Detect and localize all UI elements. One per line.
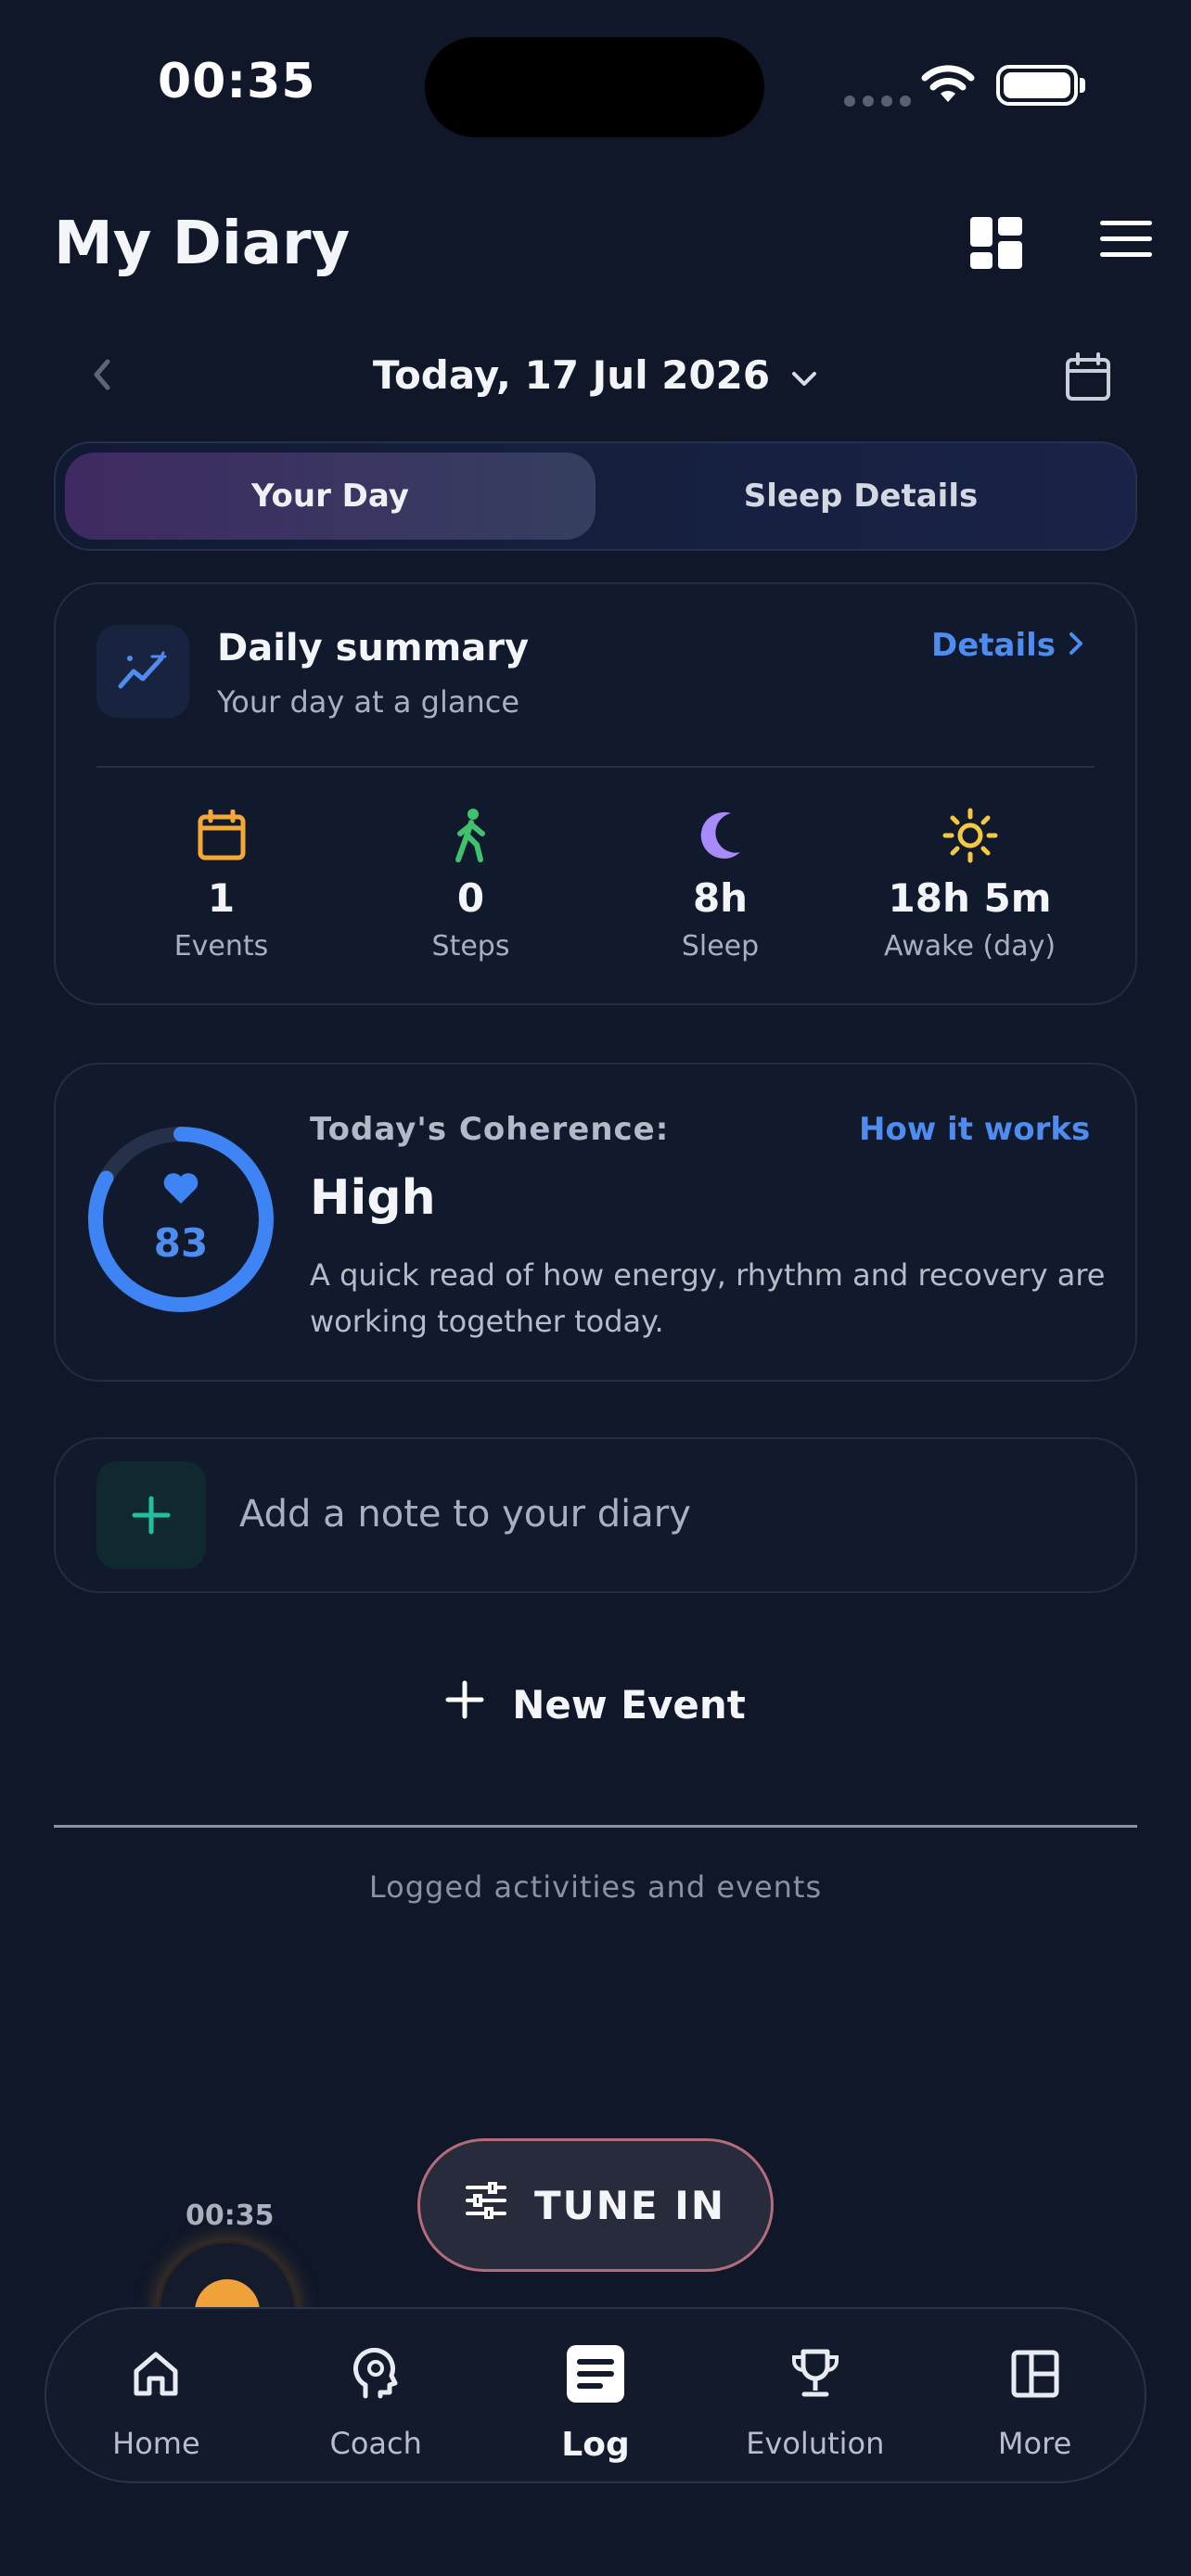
stat-label: Events	[173, 930, 269, 963]
section-divider	[54, 1825, 1137, 1828]
page-title: My Diary	[54, 210, 351, 278]
mini-timer-label: 00:35	[186, 2200, 275, 2232]
walk-icon	[453, 803, 490, 868]
bottom-nav: Home Coach Log Evolution More	[45, 2307, 1146, 2483]
tune-in-label: TUNE IN	[534, 2182, 725, 2228]
sun-icon	[942, 803, 998, 868]
calendar-icon[interactable]	[1065, 352, 1111, 406]
stat-events: 1 Events	[96, 803, 346, 963]
stat-label: Awake (day)	[883, 930, 1057, 963]
trend-icon	[96, 625, 189, 718]
more-icon	[1011, 2340, 1059, 2407]
tune-in-button[interactable]: TUNE IN	[417, 2138, 774, 2272]
menu-icon[interactable]	[1100, 219, 1152, 263]
stat-value: 1	[207, 875, 236, 921]
date-label: Today, 17 Jul 2026	[372, 352, 771, 398]
battery-icon	[996, 65, 1078, 106]
coherence-score: 83	[153, 1220, 209, 1266]
plus-icon[interactable]	[96, 1461, 206, 1569]
coach-icon	[352, 2340, 399, 2407]
divider	[96, 766, 1095, 768]
new-event-button[interactable]: New Event	[0, 1680, 1191, 1728]
heart-icon	[162, 1172, 199, 1209]
summary-title: Daily summary	[217, 627, 530, 670]
summary-stats: 1 Events 0 Steps 8h Sleep 18h 5m Awake (…	[96, 803, 1095, 963]
details-link[interactable]: Details	[931, 627, 1083, 664]
stat-value: 0	[456, 875, 485, 921]
stat-value: 8h	[692, 875, 749, 921]
date-selector[interactable]: Today, 17 Jul 2026	[0, 352, 1191, 398]
battery-nub	[1080, 78, 1085, 93]
tab-your-day[interactable]: Your Day	[65, 453, 596, 540]
trophy-icon	[790, 2340, 840, 2407]
sliders-icon	[466, 2181, 506, 2228]
nav-evolution[interactable]: Evolution	[705, 2309, 925, 2481]
status-time: 00:35	[158, 54, 316, 109]
nav-more[interactable]: More	[925, 2309, 1145, 2481]
stat-label: Sleep	[681, 930, 760, 963]
home-icon	[131, 2340, 181, 2407]
dynamic-island	[425, 37, 764, 137]
nav-label: Coach	[329, 2426, 422, 2461]
new-event-label: New Event	[512, 1681, 746, 1728]
chevron-down-icon	[790, 352, 818, 398]
stat-sleep: 8h Sleep	[596, 803, 845, 963]
stat-awake: 18h 5m Awake (day)	[845, 803, 1095, 963]
nav-coach[interactable]: Coach	[266, 2309, 486, 2481]
plus-icon	[445, 1680, 484, 1728]
nav-label: More	[997, 2426, 1072, 2461]
details-label: Details	[931, 627, 1057, 664]
nav-home[interactable]: Home	[46, 2309, 266, 2481]
how-it-works-link[interactable]: How it works	[859, 1111, 1090, 1148]
stat-steps: 0 Steps	[346, 803, 596, 963]
chevron-right-icon	[1069, 627, 1083, 664]
signal-icon	[844, 96, 911, 107]
nav-label: Home	[112, 2426, 200, 2461]
nav-label: Log	[561, 2426, 630, 2464]
coherence-heading: Today's Coherence:	[310, 1111, 670, 1148]
stat-value: 18h 5m	[888, 875, 1052, 921]
stat-label: Steps	[431, 930, 510, 963]
grid-icon[interactable]	[970, 217, 1022, 273]
tab-sleep-details[interactable]: Sleep Details	[596, 453, 1126, 540]
coherence-description: A quick read of how energy, rhythm and r…	[310, 1257, 1106, 1339]
coherence-level: High	[310, 1170, 436, 1226]
day-tabs: Your Day Sleep Details	[54, 441, 1137, 551]
moon-icon	[699, 803, 742, 868]
note-placeholder: Add a note to your diary	[239, 1493, 691, 1536]
nav-log[interactable]: Log	[486, 2309, 706, 2481]
wifi-icon	[920, 65, 976, 109]
calendar-icon	[198, 803, 246, 868]
section-caption: Logged activities and events	[368, 1869, 823, 1905]
summary-subtitle: Your day at a glance	[217, 684, 519, 720]
log-icon	[566, 2340, 624, 2407]
nav-label: Evolution	[746, 2426, 885, 2461]
